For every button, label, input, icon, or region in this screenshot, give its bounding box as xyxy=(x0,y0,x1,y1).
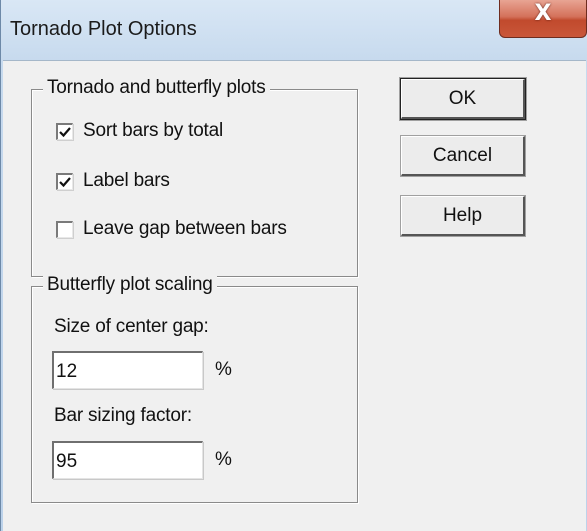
center-gap-input[interactable]: 12 xyxy=(52,351,203,389)
sort-bars-option[interactable]: Sort bars by total xyxy=(56,120,223,142)
check-icon xyxy=(59,176,71,187)
center-gap-label: Size of center gap: xyxy=(54,316,209,337)
butterfly-group-title: Butterfly plot scaling xyxy=(43,274,217,296)
help-button[interactable]: Help xyxy=(401,196,525,236)
title-bar[interactable]: Tornado Plot Options X xyxy=(1,0,587,60)
close-icon: X xyxy=(534,1,552,26)
bar-factor-label: Bar sizing factor: xyxy=(54,405,192,426)
close-button[interactable]: X xyxy=(499,0,587,38)
cancel-button[interactable]: Cancel xyxy=(401,136,525,176)
center-gap-unit: % xyxy=(215,359,232,380)
tornado-options-group: Tornado and butterfly plots Sort bars by… xyxy=(31,77,358,277)
dialog-client-area: Tornado and butterfly plots Sort bars by… xyxy=(3,60,586,531)
tornado-group-title: Tornado and butterfly plots xyxy=(43,77,270,99)
bar-factor-unit: % xyxy=(215,449,232,470)
dialog-window: Tornado Plot Options X Tornado and butte… xyxy=(0,0,587,531)
leave-gap-option[interactable]: Leave gap between bars xyxy=(56,218,287,240)
window-title: Tornado Plot Options xyxy=(10,18,197,40)
sort-bars-checkbox[interactable] xyxy=(56,122,73,140)
leave-gap-checkbox[interactable] xyxy=(56,220,73,238)
leave-gap-label: Leave gap between bars xyxy=(83,218,287,239)
check-icon xyxy=(59,126,71,137)
label-bars-checkbox[interactable] xyxy=(56,172,73,190)
butterfly-scaling-group: Butterfly plot scaling Size of center ga… xyxy=(31,274,358,503)
sort-bars-label: Sort bars by total xyxy=(83,120,224,141)
ok-button[interactable]: OK xyxy=(401,79,525,119)
label-bars-option[interactable]: Label bars xyxy=(56,170,170,192)
label-bars-label: Label bars xyxy=(83,170,170,191)
bar-factor-input[interactable]: 95 xyxy=(52,441,203,479)
